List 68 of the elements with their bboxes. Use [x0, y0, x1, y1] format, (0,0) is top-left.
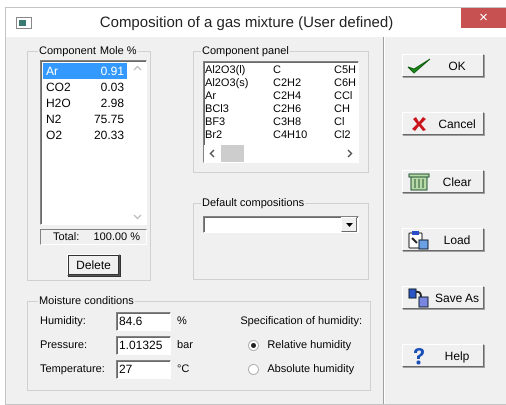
component-row[interactable]: O2 20.33 — [43, 127, 127, 143]
scroll-up-icon[interactable] — [133, 65, 142, 71]
window-icon — [16, 16, 32, 28]
specification-label: Specification of humidity: — [240, 315, 362, 327]
field-label: Pressure: — [40, 339, 88, 351]
list-item[interactable]: Al2O3(s) — [205, 77, 273, 90]
list-item[interactable]: C — [273, 64, 334, 77]
radio-label[interactable]: Absolute humidity — [267, 363, 354, 375]
unit-label: °C — [177, 363, 190, 375]
field-label: Temperature: — [40, 363, 106, 375]
list-item[interactable]: Br2 — [205, 129, 273, 142]
list-item[interactable]: C5H — [334, 64, 356, 77]
radio-button[interactable] — [248, 340, 260, 350]
field-label: Humidity: — [40, 315, 87, 327]
component-row[interactable]: CO2 0.03 — [43, 79, 127, 95]
component-panel-list[interactable]: Al2O3(l) Al2O3(s) Ar BCl3 BF3 Br2 C C2H2 C2H4 C2H6 C3H8 C4H10 C5H C6H CCl CH Cl Cl2 — [203, 61, 359, 163]
cross-icon — [411, 116, 427, 132]
list-item[interactable]: Ar — [205, 90, 273, 103]
list-item[interactable]: BCl3 — [205, 103, 273, 116]
column-header: Component — [39, 45, 96, 57]
list-item[interactable]: Cl — [334, 116, 356, 129]
trash-bin-icon — [408, 172, 430, 190]
list-item[interactable]: C2H6 — [273, 103, 334, 116]
clipboard-document-icon — [408, 230, 430, 250]
dialog-button[interactable]: Save As — [402, 286, 484, 309]
unit-label: bar — [177, 339, 194, 351]
window-title: Composition of a gas mixture (User defined) — [98, 14, 394, 31]
list-item[interactable]: Cl2 — [334, 129, 356, 142]
dialog-button[interactable]: Clear — [402, 170, 484, 193]
scroll-right-icon[interactable] — [347, 149, 353, 158]
input-field[interactable]: 27 — [116, 360, 171, 378]
group-title: Component panel — [201, 45, 290, 57]
group-title: Default compositions — [201, 197, 306, 209]
list-item[interactable]: C6H — [334, 77, 356, 90]
compositions-dropdown[interactable] — [203, 216, 359, 233]
list-item[interactable]: C2H2 — [273, 77, 334, 90]
copy-documents-icon — [408, 288, 430, 308]
scroll-left-icon[interactable] — [209, 149, 215, 158]
scroll-down-icon[interactable] — [133, 214, 142, 220]
unit-label: % — [177, 315, 188, 327]
total-label: Total: — [53, 231, 80, 243]
delete-button[interactable]: Delete — [67, 254, 120, 276]
input-field[interactable]: 1.01325 — [116, 336, 171, 354]
list-item[interactable]: CCl — [334, 90, 356, 103]
help-icon — [412, 346, 426, 364]
check-icon — [406, 58, 432, 74]
dialog-button[interactable]: Load — [402, 228, 484, 251]
total-value: 100.00 % — [94, 231, 140, 243]
group-title: Moisture conditions — [38, 295, 135, 307]
close-button[interactable]: × — [461, 8, 506, 28]
list-item[interactable]: BF3 — [205, 116, 273, 129]
dialog-button[interactable]: Cancel — [402, 112, 484, 135]
column-header: Mole % — [100, 45, 137, 57]
component-list[interactable]: Ar 0.91 CO2 0.03 H2O 2.98 N2 75.75 O2 20.33 — [40, 60, 147, 225]
scrollbar-thumb[interactable] — [221, 145, 244, 162]
input-field[interactable]: 84.6 — [116, 312, 171, 330]
radio-button[interactable] — [248, 364, 260, 374]
list-item[interactable]: C4H10 — [273, 129, 334, 142]
list-item[interactable]: C3H8 — [273, 116, 334, 129]
list-item[interactable]: C2H4 — [273, 90, 334, 103]
help-button[interactable]: Help — [402, 344, 484, 367]
dialog-button[interactable]: OK — [402, 54, 484, 77]
component-row[interactable]: N2 75.75 — [43, 111, 127, 127]
list-item[interactable]: Al2O3(l) — [205, 64, 273, 77]
component-row[interactable]: H2O 2.98 — [43, 95, 127, 111]
dropdown-arrow-icon — [346, 222, 352, 226]
list-item[interactable]: CH — [334, 103, 356, 116]
radio-label[interactable]: Relative humidity — [267, 339, 352, 351]
